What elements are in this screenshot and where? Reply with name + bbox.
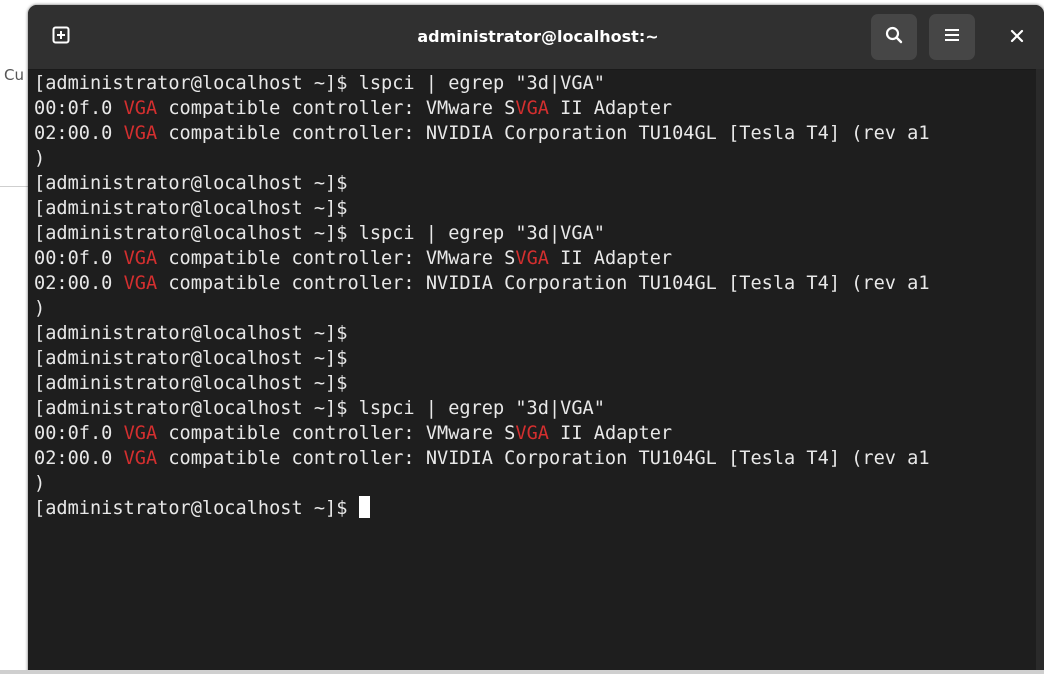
terminal-text: II Adapter — [548, 98, 673, 119]
terminal-text: compatible controller: VMware S — [157, 98, 516, 119]
terminal-text: 02:00.0 — [34, 273, 124, 294]
window-title: administrator@localhost:~ — [417, 27, 659, 46]
terminal-line: [administrator@localhost ~]$ — [34, 371, 1038, 396]
terminal-text: compatible controller: VMware S — [157, 423, 516, 444]
terminal-text: [administrator@localhost ~]$ — [34, 323, 348, 344]
highlighted-match: VGA — [123, 273, 158, 294]
terminal-line: [administrator@localhost ~]$ — [34, 196, 1038, 221]
terminal-text: [administrator@localhost ~]$ lspci | egr… — [34, 398, 605, 419]
terminal-text: II Adapter — [548, 248, 673, 269]
terminal-line: [administrator@localhost ~]$ — [34, 171, 1038, 196]
terminal-line: [administrator@localhost ~]$ lspci | egr… — [34, 396, 1038, 421]
terminal-line: ) — [34, 296, 1038, 321]
highlighted-match: VGA — [123, 123, 158, 144]
terminal-text: [administrator@localhost ~]$ — [34, 373, 348, 394]
highlighted-match: VGA — [515, 423, 549, 444]
terminal-line: [administrator@localhost ~]$ lspci | egr… — [34, 221, 1038, 246]
terminal-text: ) — [34, 148, 46, 169]
terminal-text: compatible controller: NVIDIA Corporatio… — [157, 273, 930, 294]
search-button[interactable] — [871, 14, 917, 60]
terminal-text: [administrator@localhost ~]$ lspci | egr… — [34, 223, 605, 244]
terminal-line: ) — [34, 146, 1038, 171]
highlighted-match: VGA — [123, 98, 158, 119]
terminal-text: [administrator@localhost ~]$ — [34, 173, 348, 194]
terminal-scrollbar[interactable] — [1036, 69, 1044, 674]
title-bar: administrator@localhost:~ — [28, 5, 1044, 70]
close-button[interactable] — [994, 14, 1040, 60]
terminal-text: [administrator@localhost ~]$ lspci | egr… — [34, 73, 605, 94]
terminal-text: 00:0f.0 — [34, 423, 124, 444]
terminal-line: ) — [34, 471, 1038, 496]
highlighted-match: VGA — [123, 423, 158, 444]
terminal-output[interactable]: [administrator@localhost ~]$ lspci | egr… — [34, 71, 1038, 671]
terminal-line: 02:00.0 VGA compatible controller: NVIDI… — [34, 446, 1038, 471]
background-window-text: Cu — [4, 66, 24, 84]
terminal-line: 00:0f.0 VGA compatible controller: VMwar… — [34, 96, 1038, 121]
background-divider — [0, 186, 28, 187]
background-bottom-edge — [0, 670, 1044, 674]
terminal-line: [administrator@localhost ~]$ — [34, 496, 1038, 521]
menu-button[interactable] — [929, 14, 975, 60]
terminal-text: ) — [34, 298, 46, 319]
terminal-line: 02:00.0 VGA compatible controller: NVIDI… — [34, 121, 1038, 146]
terminal-text: [administrator@localhost ~]$ — [34, 498, 359, 519]
terminal-text: 02:00.0 — [34, 448, 124, 469]
terminal-text: [administrator@localhost ~]$ — [34, 348, 348, 369]
terminal-text: 00:0f.0 — [34, 248, 124, 269]
terminal-line: 02:00.0 VGA compatible controller: NVIDI… — [34, 271, 1038, 296]
terminal-text: 02:00.0 — [34, 123, 124, 144]
text-cursor — [358, 496, 370, 518]
terminal-line: 00:0f.0 VGA compatible controller: VMwar… — [34, 421, 1038, 446]
terminal-line: [administrator@localhost ~]$ — [34, 321, 1038, 346]
terminal-line: [administrator@localhost ~]$ — [34, 346, 1038, 371]
terminal-window: administrator@localhost:~ [administrator… — [28, 5, 1044, 674]
highlighted-match: VGA — [515, 98, 549, 119]
close-icon — [1010, 28, 1024, 47]
terminal-line: 00:0f.0 VGA compatible controller: VMwar… — [34, 246, 1038, 271]
search-icon — [884, 25, 904, 49]
highlighted-match: VGA — [515, 248, 549, 269]
terminal-text: compatible controller: NVIDIA Corporatio… — [157, 123, 930, 144]
new-tab-button[interactable] — [38, 14, 84, 60]
highlighted-match: VGA — [123, 248, 158, 269]
hamburger-menu-icon — [943, 27, 961, 47]
terminal-text: ) — [34, 473, 46, 494]
terminal-text: compatible controller: NVIDIA Corporatio… — [157, 448, 930, 469]
terminal-line: [administrator@localhost ~]$ lspci | egr… — [34, 71, 1038, 96]
terminal-text: compatible controller: VMware S — [157, 248, 516, 269]
terminal-text: II Adapter — [548, 423, 673, 444]
new-tab-icon — [51, 25, 71, 49]
terminal-text: 00:0f.0 — [34, 98, 124, 119]
highlighted-match: VGA — [123, 448, 158, 469]
terminal-text: [administrator@localhost ~]$ — [34, 198, 348, 219]
